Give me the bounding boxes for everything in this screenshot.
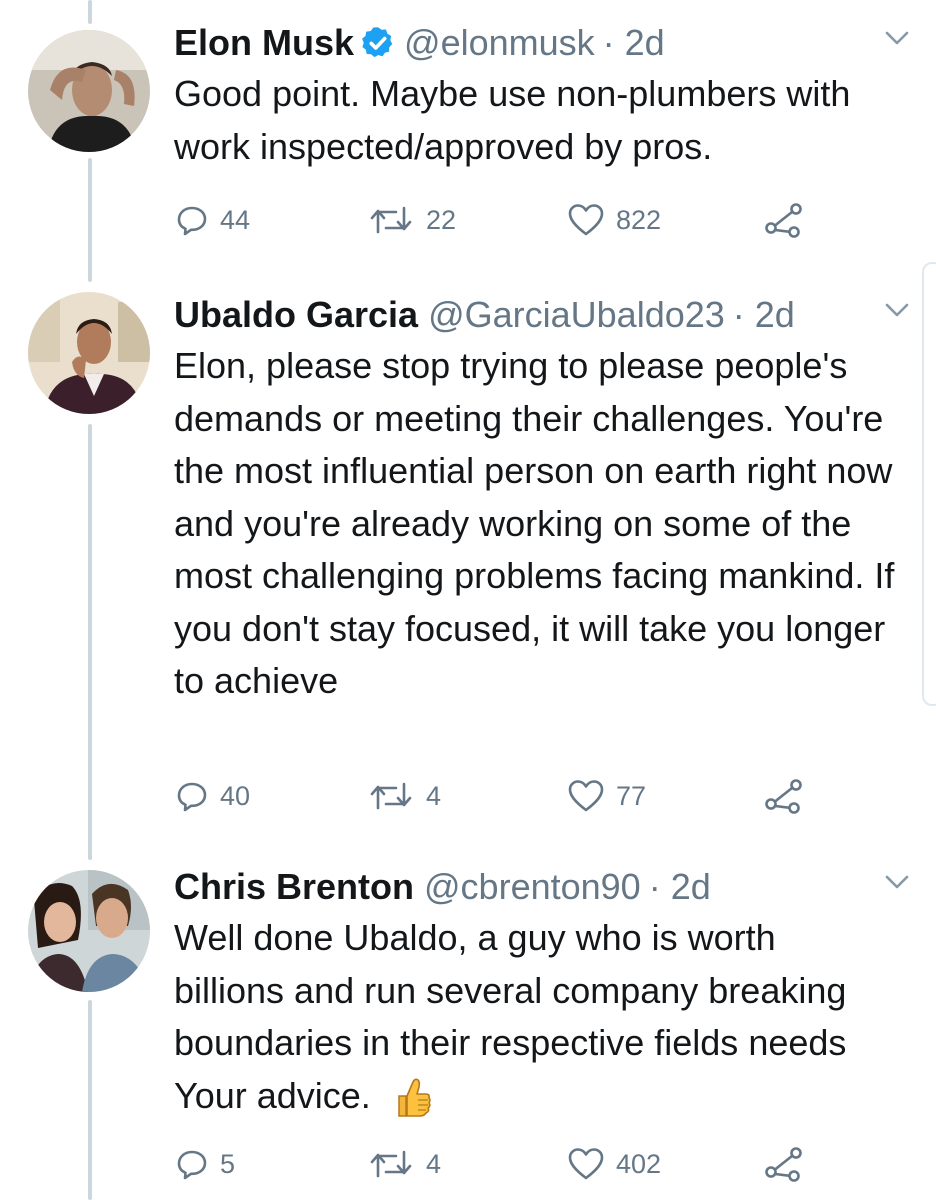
like-count: 822 — [616, 204, 662, 235]
tweet-time[interactable]: · 2d — [649, 864, 711, 910]
like-button[interactable]: 77 — [568, 776, 646, 816]
retweet-icon — [370, 782, 412, 810]
author-handle[interactable]: @cbrenton90 — [424, 864, 641, 910]
chevron-down-icon[interactable] — [884, 300, 910, 320]
reply-button[interactable]: 5 — [176, 1144, 235, 1184]
retweet-button[interactable]: 22 — [368, 200, 456, 240]
tweet-text: Well done Ubaldo, a guy who is worth bil… — [174, 912, 874, 1122]
like-icon — [568, 780, 604, 812]
tweet-text-content: Well done Ubaldo, a guy who is worth bil… — [174, 917, 847, 1116]
reply-icon — [177, 206, 207, 236]
tweet[interactable]: Chris Brenton @cbrenton90 · 2d Well done… — [0, 864, 936, 1200]
reply-icon — [177, 1150, 207, 1180]
action-bar: 44 22 822 — [174, 200, 814, 240]
share-button[interactable] — [764, 776, 804, 816]
chevron-down-icon[interactable] — [884, 28, 910, 48]
retweet-icon — [370, 206, 412, 234]
tweet[interactable]: Ubaldo Garcia @GarciaUbaldo23 · 2d Elon,… — [0, 292, 936, 822]
author-handle[interactable]: @elonmusk — [404, 20, 595, 66]
reply-count: 40 — [220, 780, 251, 811]
tweet-time[interactable]: · 2d — [733, 292, 795, 338]
retweet-count: 4 — [426, 1148, 442, 1179]
share-button[interactable] — [764, 1144, 804, 1184]
reply-count: 5 — [220, 1148, 236, 1179]
thumbs-up-emoji — [398, 1078, 431, 1117]
reply-button[interactable]: 40 — [176, 776, 250, 816]
author-handle[interactable]: @GarciaUbaldo23 — [428, 292, 725, 338]
tweet[interactable]: Elon Musk @elonmusk · 2d Good point. May… — [0, 20, 936, 250]
reply-button[interactable]: 44 — [176, 200, 250, 240]
avatar[interactable] — [28, 870, 150, 992]
like-count: 77 — [616, 780, 647, 811]
chevron-down-icon[interactable] — [884, 872, 910, 892]
retweet-button[interactable]: 4 — [368, 1144, 441, 1184]
share-icon — [765, 203, 802, 238]
like-button[interactable]: 402 — [568, 1144, 661, 1184]
retweet-count: 4 — [426, 780, 442, 811]
like-icon — [568, 1148, 604, 1180]
tweet-time[interactable]: · 2d — [603, 20, 665, 66]
tweet-header: Elon Musk @elonmusk · 2d — [174, 20, 665, 66]
reply-count: 44 — [220, 204, 251, 235]
reply-icon — [177, 782, 207, 812]
like-button[interactable]: 822 — [568, 200, 661, 240]
tweet-header: Chris Brenton @cbrenton90 · 2d — [174, 864, 711, 910]
retweet-button[interactable]: 4 — [368, 776, 441, 816]
author-name[interactable]: Ubaldo Garcia — [174, 292, 418, 338]
avatar[interactable] — [28, 30, 150, 152]
author-name[interactable]: Elon Musk — [174, 20, 354, 66]
tweet-text: Elon, please stop trying to please peopl… — [174, 345, 895, 701]
action-bar: 40 4 77 — [174, 776, 814, 816]
retweet-icon — [370, 1150, 412, 1178]
tweet-text: Good point. Maybe use non-plumbers with … — [174, 73, 851, 167]
like-count: 402 — [616, 1148, 662, 1179]
share-icon — [765, 1147, 802, 1182]
avatar[interactable] — [28, 292, 150, 414]
author-name[interactable]: Chris Brenton — [174, 864, 414, 910]
share-button[interactable] — [764, 200, 804, 240]
like-icon — [568, 204, 604, 236]
verified-badge-icon — [362, 27, 393, 58]
retweet-count: 22 — [426, 204, 457, 235]
share-icon — [765, 779, 802, 814]
action-bar: 5 4 402 — [174, 1144, 814, 1184]
tweet-header: Ubaldo Garcia @GarciaUbaldo23 · 2d — [174, 292, 795, 338]
